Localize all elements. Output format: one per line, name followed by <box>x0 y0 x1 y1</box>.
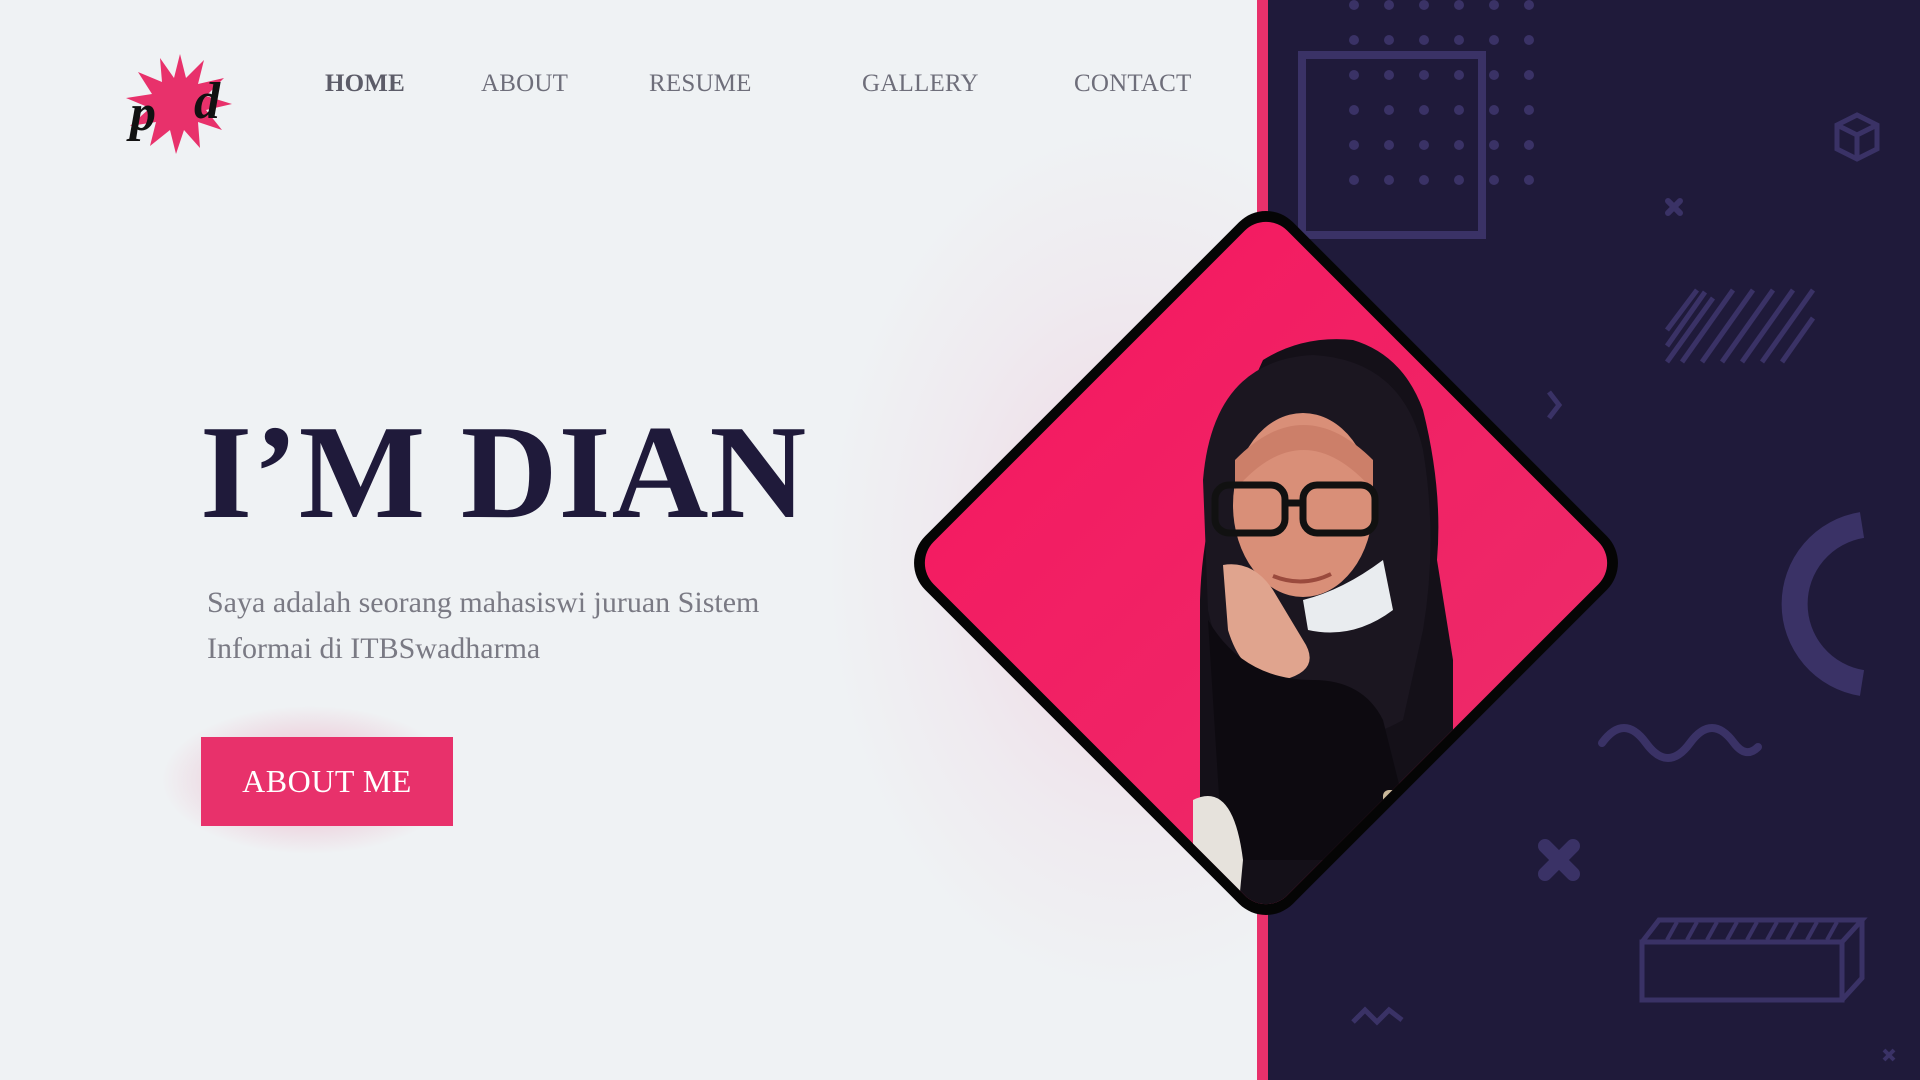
person-figure <box>1193 339 1463 917</box>
logo-letter-d: d <box>194 73 221 130</box>
hero-subtitle: Saya adalah seorang mahasiswi juruan Sis… <box>207 580 807 672</box>
nav-item-contact[interactable]: CONTACT <box>1074 70 1191 98</box>
nav-item-about[interactable]: ABOUT <box>481 70 568 98</box>
hero-subtitle-line-2: Informai di ITBSwadharma <box>207 632 541 665</box>
hero-title: I’M DIAN <box>200 398 808 546</box>
nav-item-gallery[interactable]: GALLERY <box>862 70 979 98</box>
about-me-button[interactable]: ABOUT ME <box>201 737 453 826</box>
splash-logo-icon: p d <box>126 54 232 154</box>
hero-subtitle-line-1: Saya adalah seorang mahasiswi juruan Sis… <box>207 586 760 619</box>
site-logo[interactable]: p d <box>124 52 236 156</box>
nav-item-home[interactable]: HOME <box>325 70 405 98</box>
profile-photo-frame <box>863 160 1669 966</box>
nav-item-resume[interactable]: RESUME <box>649 70 752 98</box>
portrait-photo <box>912 209 1620 917</box>
logo-letter-p: p <box>126 85 156 142</box>
